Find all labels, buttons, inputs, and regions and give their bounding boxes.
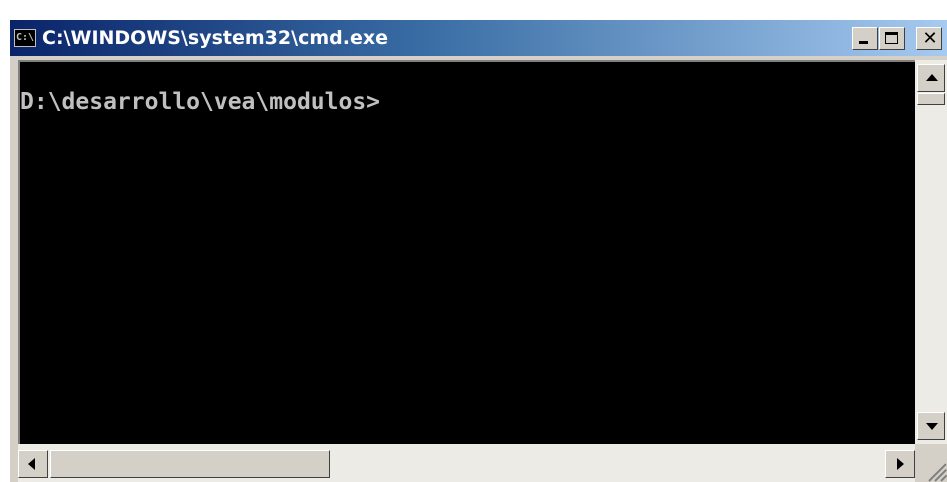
minimize-button[interactable] [852, 27, 878, 50]
close-icon: ✕ [922, 28, 938, 49]
arrow-down-icon [926, 423, 938, 430]
maximize-button[interactable] [879, 27, 905, 50]
window-frame-inner [10, 56, 18, 482]
scroll-up-button[interactable] [917, 64, 945, 92]
horizontal-scroll-thumb[interactable] [50, 450, 330, 478]
scroll-left-button[interactable] [18, 450, 48, 478]
title-bar-area: C:\ C:\WINDOWS\system32\cmd.exe ✕ [0, 0, 947, 56]
minimize-icon [859, 41, 868, 44]
cmd-icon[interactable]: C:\ [14, 29, 36, 47]
title-bar[interactable]: C:\ C:\WINDOWS\system32\cmd.exe ✕ [10, 20, 947, 56]
window-frame-left [0, 56, 18, 482]
arrow-left-icon [28, 458, 35, 470]
horizontal-scrollbar[interactable] [18, 444, 915, 482]
command-prompt: D:\desarrollo\vea\modulos> [20, 89, 381, 115]
window-title: C:\WINDOWS\system32\cmd.exe [42, 27, 388, 49]
scroll-right-button[interactable] [885, 450, 915, 478]
arrow-up-icon [926, 74, 938, 81]
cmd-window: C:\ C:\WINDOWS\system32\cmd.exe ✕ D:\des… [0, 0, 947, 482]
arrow-right-icon [897, 458, 904, 470]
maximize-icon [885, 32, 898, 44]
close-button[interactable]: ✕ [916, 27, 942, 50]
console-output[interactable]: D:\desarrollo\vea\modulos> [18, 60, 915, 444]
scroll-down-button[interactable] [917, 412, 945, 440]
vertical-scrollbar[interactable] [915, 60, 947, 444]
vertical-scroll-thumb[interactable] [917, 93, 945, 105]
resize-grip[interactable] [915, 444, 947, 482]
